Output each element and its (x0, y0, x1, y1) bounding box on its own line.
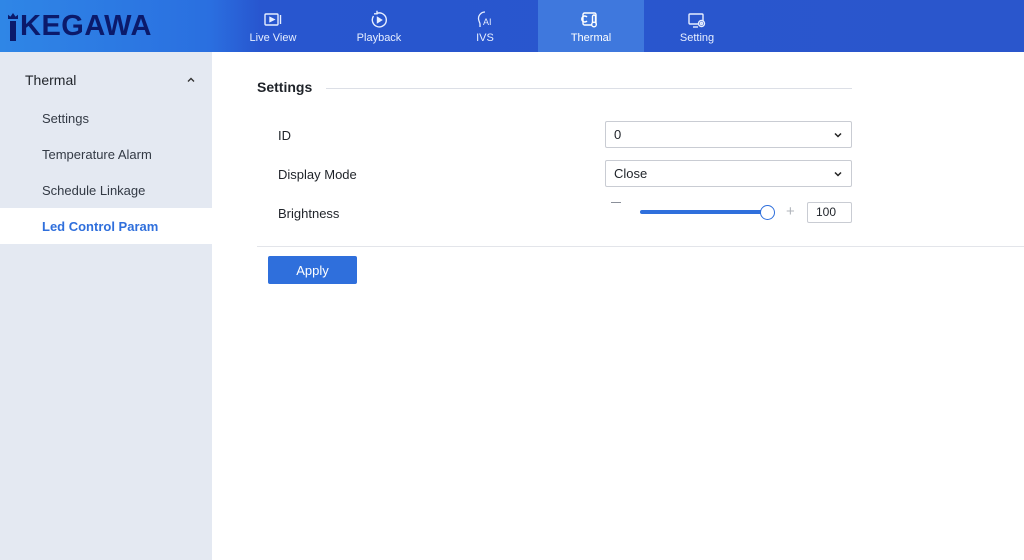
top-navigation-bar: KEGAWA Live View Playback AI IVS Thermal… (0, 0, 1024, 52)
sidebar-item-label: Led Control Param (42, 218, 159, 234)
nav-setting-label: Setting (679, 32, 715, 44)
chevron-up-icon (187, 77, 195, 82)
brightness-slider-track[interactable] (640, 210, 768, 214)
brand-logo: KEGAWA (8, 8, 152, 44)
sidebar-group-label: Thermal (25, 72, 77, 88)
thermal-icon (581, 12, 597, 28)
sidebar-item-label: Temperature Alarm (42, 146, 152, 162)
brightness-value-input[interactable]: 100 (807, 202, 852, 223)
main-nav: Live View Playback AI IVS Thermal Settin… (220, 0, 750, 52)
nav-ivs-label: IVS (476, 32, 494, 44)
setting-icon (688, 13, 706, 28)
display-mode-select-value: Close (614, 166, 648, 181)
sidebar-item-settings[interactable]: Settings (0, 100, 212, 136)
crown-icon (8, 11, 18, 41)
brightness-label: Brightness (278, 206, 340, 221)
nav-playback-label: Playback (356, 32, 402, 44)
brightness-slider-thumb[interactable] (760, 205, 775, 220)
sidebar-item-label: Settings (42, 110, 89, 126)
nav-live-view[interactable]: Live View (220, 0, 326, 52)
sidebar-item-schedule-linkage[interactable]: Schedule Linkage (0, 172, 212, 208)
playback-icon (371, 10, 387, 28)
form-divider (257, 246, 1024, 247)
chevron-down-icon (834, 132, 842, 138)
section-title: Settings (257, 79, 313, 95)
sidebar-item-led-control-param[interactable]: Led Control Param (0, 208, 212, 244)
display-mode-label: Display Mode (278, 167, 357, 182)
id-label: ID (278, 128, 291, 143)
chevron-down-icon (834, 171, 842, 177)
main-content: Settings ID 0 Display Mode Close Brightn… (212, 52, 1024, 560)
section-divider (326, 88, 852, 89)
brand-name: KEGAWA (20, 9, 152, 42)
svg-text:AI: AI (483, 17, 492, 27)
brightness-decrease-button[interactable] (611, 202, 621, 203)
sidebar: Thermal Settings Temperature Alarm Sched… (0, 52, 212, 560)
apply-button[interactable]: Apply (268, 256, 357, 284)
id-select[interactable]: 0 (605, 121, 852, 148)
sidebar-item-label: Schedule Linkage (42, 182, 146, 198)
nav-ivs[interactable]: AI IVS (432, 0, 538, 52)
nav-thermal[interactable]: Thermal (538, 0, 644, 52)
display-mode-select[interactable]: Close (605, 160, 852, 187)
nav-thermal-label: Thermal (570, 32, 612, 44)
ivs-ai-icon: AI (477, 11, 492, 27)
nav-playback[interactable]: Playback (326, 0, 432, 52)
nav-live-view-label: Live View (249, 32, 297, 44)
brightness-increase-button[interactable]: + (786, 204, 795, 219)
nav-setting[interactable]: Setting (644, 0, 750, 52)
sidebar-item-temperature-alarm[interactable]: Temperature Alarm (0, 136, 212, 172)
id-select-value: 0 (614, 127, 622, 142)
live-view-icon (264, 13, 282, 26)
